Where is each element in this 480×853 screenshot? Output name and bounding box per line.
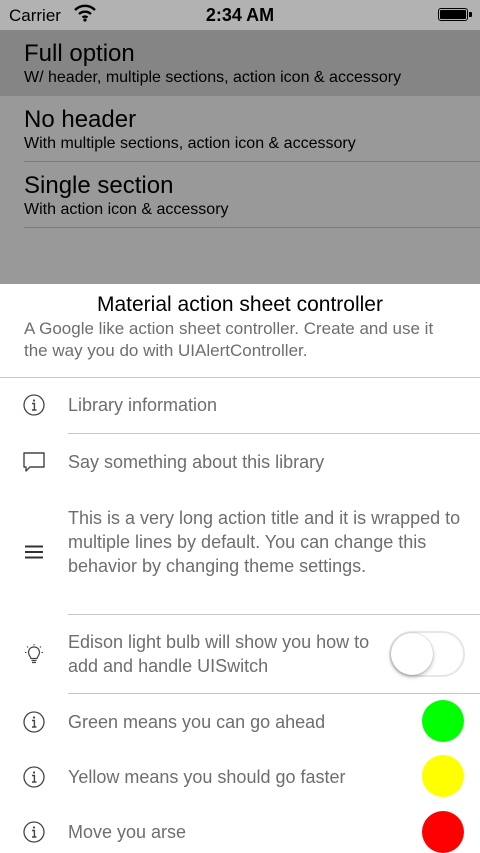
info-icon xyxy=(22,710,46,734)
action-yellow[interactable]: Yellow means you should go faster xyxy=(0,749,480,804)
action-long-title[interactable]: This is a very long action title and it … xyxy=(0,490,480,614)
action-label: Yellow means you should go faster xyxy=(68,767,346,787)
status-bar: Carrier 2:34 AM xyxy=(0,0,480,30)
action-label: Green means you can go ahead xyxy=(68,712,326,732)
action-light-bulb[interactable]: Edison light bulb will show you how to a… xyxy=(0,615,480,693)
sheet-title: Material action sheet controller xyxy=(97,293,383,316)
action-label: Library information xyxy=(68,395,218,415)
sheet-message: A Google like action sheet controller. C… xyxy=(24,319,434,360)
action-red[interactable]: Move you arse xyxy=(0,804,480,853)
action-label: Say something about this library xyxy=(68,452,325,472)
info-icon xyxy=(22,820,46,844)
action-label: This is a very long action title and it … xyxy=(68,508,461,576)
bulb-toggle-switch[interactable] xyxy=(389,631,465,677)
info-icon xyxy=(22,393,46,417)
action-library-information[interactable]: Library information xyxy=(0,378,480,433)
row-separator xyxy=(24,227,480,228)
menu-row-subtitle: With multiple sections, action icon & ac… xyxy=(24,135,356,152)
info-icon xyxy=(22,765,46,789)
light-bulb-icon xyxy=(22,643,46,667)
background-table: Full option W/ header, multiple sections… xyxy=(0,30,480,284)
switch-knob xyxy=(391,633,433,675)
action-sheet: Material action sheet controller A Googl… xyxy=(0,284,480,853)
menu-row-title: No header xyxy=(24,106,137,133)
battery-icon xyxy=(438,8,472,21)
menu-row-title: Single section xyxy=(24,172,174,199)
menu-row-single-section[interactable]: Single section With action icon & access… xyxy=(0,162,480,228)
menu-row-subtitle: With action icon & accessory xyxy=(24,201,229,218)
green-status-dot xyxy=(422,700,464,742)
action-label: Move you arse xyxy=(68,822,187,842)
menu-row-full-option[interactable]: Full option W/ header, multiple sections… xyxy=(0,30,480,96)
action-green[interactable]: Green means you can go ahead xyxy=(0,694,480,749)
menu-row-title: Full option xyxy=(24,40,135,67)
menu-row-subtitle: W/ header, multiple sections, action ico… xyxy=(24,69,402,86)
yellow-status-dot xyxy=(422,755,464,797)
red-status-dot xyxy=(422,811,464,853)
action-label: Edison light bulb will show you how to a… xyxy=(68,632,370,676)
menu-lines-icon xyxy=(22,540,46,564)
status-time: 2:34 AM xyxy=(205,5,275,25)
action-say-something[interactable]: Say something about this library xyxy=(0,434,480,490)
menu-row-no-header[interactable]: No header With multiple sections, action… xyxy=(0,96,480,162)
speech-bubble-icon xyxy=(22,450,46,474)
